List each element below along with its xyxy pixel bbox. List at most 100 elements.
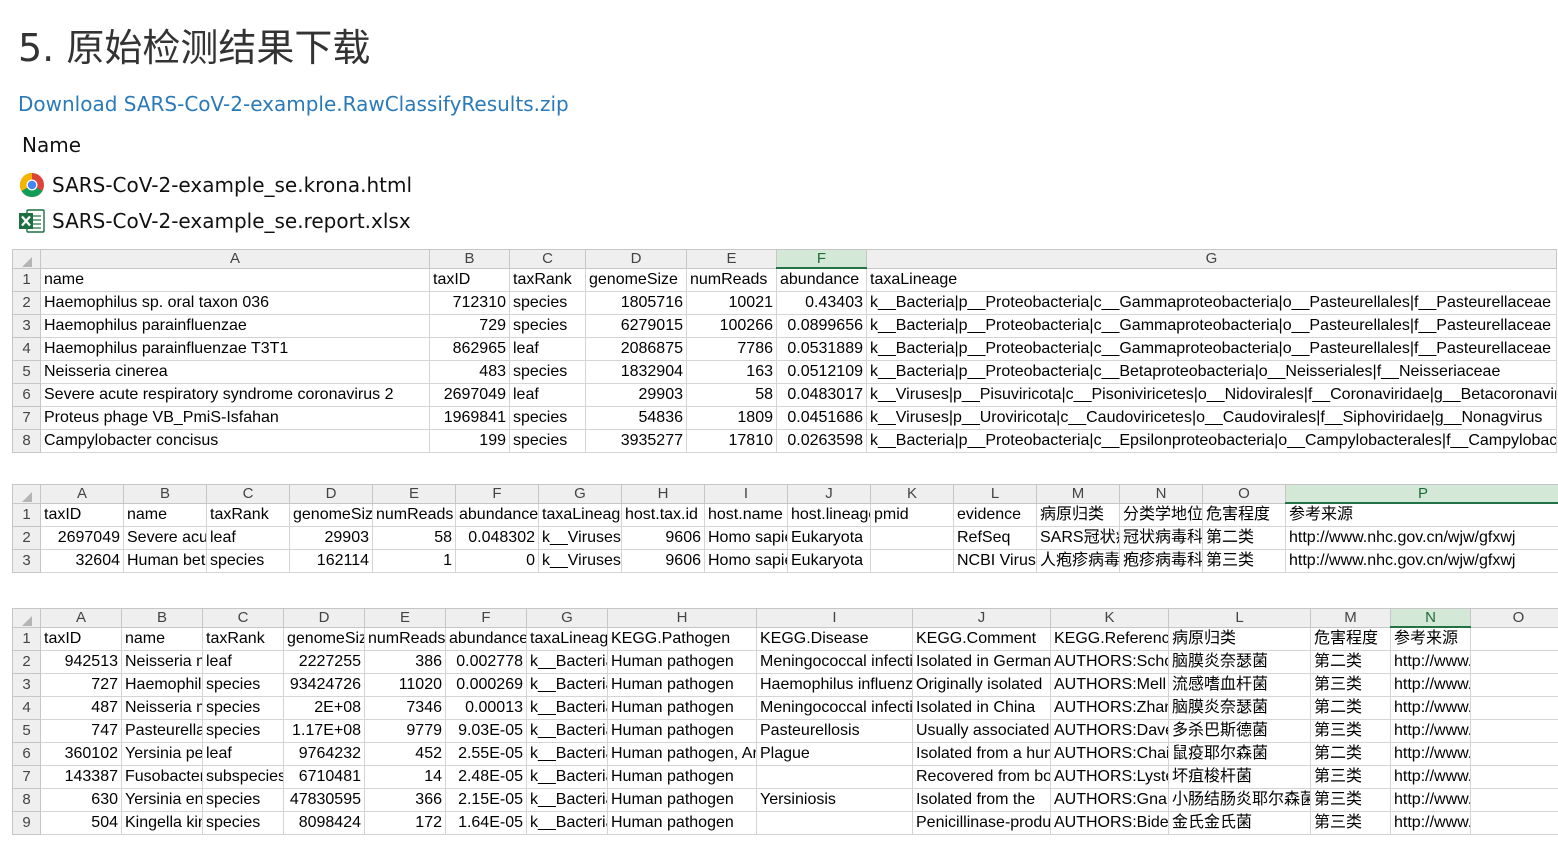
select-all-corner[interactable] <box>12 249 41 269</box>
cell[interactable]: 9.03E-05 <box>445 719 527 743</box>
cell[interactable]: 14 <box>364 765 446 789</box>
cell[interactable]: 172 <box>364 811 446 835</box>
cell[interactable]: 386 <box>364 650 446 674</box>
cell[interactable]: AUTHORS:Gnanasekar <box>1050 788 1169 812</box>
cell[interactable]: Yersiniosis <box>756 788 913 812</box>
cell[interactable]: 163 <box>686 360 777 384</box>
cell[interactable]: Haemophilus parainfluenzae T3T1 <box>40 337 430 361</box>
column-header[interactable]: F <box>776 249 867 269</box>
cell[interactable]: leaf <box>202 742 284 766</box>
cell[interactable]: http://www.nhc.gov.cn <box>1390 719 1471 743</box>
row-header[interactable]: 4 <box>12 337 41 361</box>
row-header[interactable]: 3 <box>12 314 41 338</box>
cell[interactable]: Human pathogen <box>607 765 757 789</box>
cell[interactable]: name <box>121 626 203 651</box>
cell[interactable]: Meningococcal infection <box>756 696 913 720</box>
cell[interactable]: 487 <box>40 696 122 720</box>
cell[interactable]: genomeSize <box>283 626 365 651</box>
cell[interactable]: 2.15E-05 <box>445 788 527 812</box>
cell[interactable]: 6279015 <box>585 314 687 338</box>
cell[interactable]: 冠状病毒科 <box>1119 526 1203 550</box>
select-all-corner[interactable] <box>12 608 41 628</box>
cell[interactable]: k__Viruses <box>538 526 622 550</box>
cell[interactable]: numReads <box>364 626 446 651</box>
cell[interactable]: taxaLineage <box>526 626 608 651</box>
cell[interactable]: species <box>202 696 284 720</box>
cell[interactable]: AUTHORS:Lyster <box>1050 765 1169 789</box>
cell[interactable]: Severe acute respiratory syndrome corona… <box>40 383 430 407</box>
select-all-corner[interactable] <box>12 484 41 504</box>
cell[interactable]: 1809 <box>686 406 777 430</box>
cell[interactable]: http://www.nhc.gov.cn/wjw/gfxwj <box>1285 526 1558 550</box>
column-header[interactable]: D <box>283 608 365 628</box>
cell[interactable]: species <box>509 429 586 453</box>
column-header[interactable]: C <box>202 608 284 628</box>
cell[interactable]: Campylobacter concisus <box>40 429 430 453</box>
cell[interactable]: 3935277 <box>585 429 687 453</box>
cell[interactable]: 8098424 <box>283 811 365 835</box>
cell[interactable]: 脑膜炎奈瑟菌 <box>1168 650 1311 674</box>
cell[interactable]: species <box>509 291 586 315</box>
cell[interactable]: Isolated from a human <box>912 742 1051 766</box>
cell[interactable]: 参考来源 <box>1390 626 1471 651</box>
cell[interactable]: k__Bacteria|p__Proteobacteria|c__Epsilon… <box>866 429 1557 453</box>
cell[interactable]: KEGG.Pathogen <box>607 626 757 651</box>
cell[interactable]: AUTHORS:Zhang <box>1050 696 1169 720</box>
cell[interactable] <box>1470 788 1558 812</box>
cell[interactable] <box>1470 719 1558 743</box>
cell[interactable]: 360102 <box>40 742 122 766</box>
column-header[interactable]: B <box>429 249 510 269</box>
column-header[interactable]: N <box>1390 608 1471 628</box>
cell[interactable]: 0.0483017 <box>776 383 867 407</box>
cell[interactable]: 862965 <box>429 337 510 361</box>
cell[interactable]: http://www.nhc.gov.cn/wjw/gfxwj <box>1285 549 1558 573</box>
row-header[interactable]: 6 <box>12 742 41 766</box>
cell[interactable]: AUTHORS:Schoen <box>1050 650 1169 674</box>
column-header[interactable]: K <box>870 484 954 504</box>
cell[interactable]: Human pathogen, Animal pathogen <box>607 742 757 766</box>
cell[interactable]: AUTHORS:Davenport <box>1050 719 1169 743</box>
cell[interactable]: 504 <box>40 811 122 835</box>
cell[interactable]: species <box>202 788 284 812</box>
cell[interactable]: 1.17E+08 <box>283 719 365 743</box>
row-header[interactable]: 1 <box>12 626 41 651</box>
cell[interactable]: 多杀巴斯德菌 <box>1168 719 1311 743</box>
cell[interactable]: 29903 <box>585 383 687 407</box>
cell[interactable]: Penicillinase-producing <box>912 811 1051 835</box>
cell[interactable]: Haemophilus influenzae infection <box>756 673 913 697</box>
column-header[interactable]: G <box>526 608 608 628</box>
row-header[interactable]: 3 <box>12 673 41 697</box>
column-header[interactable]: O <box>1470 608 1558 628</box>
cell[interactable]: Plague <box>756 742 913 766</box>
cell[interactable]: Human betaherpesvirus <box>123 549 207 573</box>
cell[interactable]: 143387 <box>40 765 122 789</box>
cell[interactable]: Human pathogen <box>607 719 757 743</box>
column-header[interactable]: L <box>953 484 1037 504</box>
cell[interactable]: 第三类 <box>1310 811 1391 835</box>
row-header[interactable]: 1 <box>12 267 41 292</box>
column-header[interactable]: A <box>40 249 430 269</box>
column-header[interactable]: E <box>686 249 777 269</box>
cell[interactable]: http://www.nhc.gov.cn <box>1390 788 1471 812</box>
cell[interactable]: leaf <box>206 526 290 550</box>
download-zip-link[interactable]: Download SARS-CoV-2-example.RawClassifyR… <box>18 90 569 118</box>
cell[interactable]: 7786 <box>686 337 777 361</box>
cell[interactable] <box>1470 811 1558 835</box>
column-header[interactable]: E <box>364 608 446 628</box>
cell[interactable]: 金氏金氏菌 <box>1168 811 1311 835</box>
cell[interactable]: 流感嗜血杆菌 <box>1168 673 1311 697</box>
cell[interactable]: 747 <box>40 719 122 743</box>
column-header[interactable]: N <box>1119 484 1203 504</box>
cell[interactable]: evidence <box>953 502 1037 527</box>
row-header[interactable]: 8 <box>12 788 41 812</box>
cell[interactable]: 0 <box>455 549 539 573</box>
cell[interactable]: Proteus phage VB_PmiS-Isfahan <box>40 406 430 430</box>
cell[interactable]: Usually associated <box>912 719 1051 743</box>
cell[interactable]: 199 <box>429 429 510 453</box>
cell[interactable]: Fusobacterium necrophorum <box>121 765 203 789</box>
cell[interactable]: 6710481 <box>283 765 365 789</box>
cell[interactable]: species <box>202 811 284 835</box>
column-header[interactable]: D <box>585 249 687 269</box>
cell[interactable]: 54836 <box>585 406 687 430</box>
cell[interactable]: 病原归类 <box>1168 626 1311 651</box>
